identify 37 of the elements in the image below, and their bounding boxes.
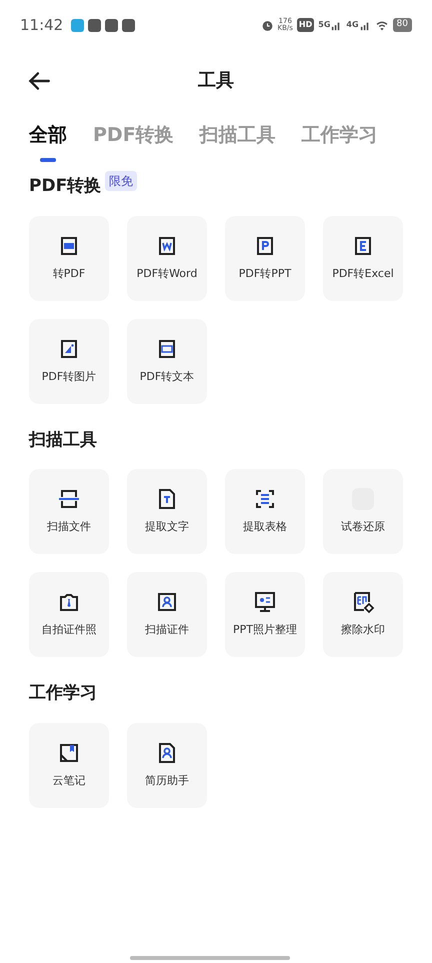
tool-tile[interactable]: PPT照片整理 <box>225 572 305 657</box>
battery-level: 80 <box>392 18 412 32</box>
tool-tile[interactable]: 扫描证件 <box>127 572 207 657</box>
network-type: 5G <box>318 19 330 31</box>
free-badge: 限免 <box>105 170 138 191</box>
tool-tile[interactable]: 提取文字 <box>127 469 207 554</box>
tool-tile[interactable]: 简历助手 <box>127 722 207 808</box>
tool-tile[interactable]: 提取表格 <box>225 469 305 554</box>
eraser-icon <box>351 590 375 614</box>
notification-icon <box>122 18 136 32</box>
section-title: 扫描工具 <box>29 428 97 452</box>
network-type: 4G <box>346 19 359 31</box>
page-title: 工具 <box>198 68 234 92</box>
tool-tile[interactable]: 擦除水印 <box>323 572 403 657</box>
hd-label: HD <box>296 18 314 32</box>
monitor-icon <box>253 590 277 614</box>
status-time: 11:42 <box>20 14 64 36</box>
signal-icon <box>330 21 342 31</box>
tool-tile[interactable]: PDF转PPT <box>225 216 305 300</box>
section-title: 工作学习 <box>29 682 97 705</box>
tool-tile[interactable]: PDF转图片 <box>29 318 109 404</box>
category-tab[interactable]: 全部 <box>29 118 67 162</box>
tool-tile[interactable]: 试卷还原 <box>323 469 403 554</box>
tool-tile[interactable]: 转PDF <box>29 216 109 300</box>
notification-icon <box>105 18 118 32</box>
notification-icon <box>88 18 102 32</box>
tool-tile[interactable]: 自拍证件照 <box>29 572 109 657</box>
alarm-icon <box>260 18 274 32</box>
section-title: PDF转换 <box>29 175 102 198</box>
tool-tile[interactable]: PDF转文本 <box>127 318 207 404</box>
signal-icon <box>358 21 371 31</box>
tool-tile[interactable]: 云笔记 <box>29 722 109 808</box>
tool-tile[interactable]: 扫描文件 <box>29 469 109 554</box>
tool-tile[interactable]: PDF转Excel <box>323 216 403 300</box>
wifi-icon <box>374 18 389 32</box>
notification-icon <box>71 18 84 32</box>
tool-tile[interactable]: PDF转Word <box>127 216 207 300</box>
